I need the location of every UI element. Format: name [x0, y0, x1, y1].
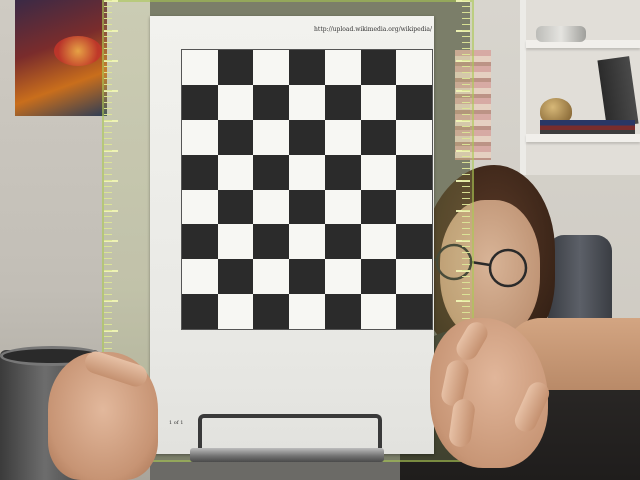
checker-square-dark [396, 84, 432, 120]
checker-square-light [253, 189, 290, 225]
checker-square-dark [360, 119, 397, 155]
clipboard-clip-bar [190, 448, 384, 462]
checkerboard [181, 49, 433, 330]
checker-square-light [289, 294, 325, 329]
clipboard-clip-wire [198, 414, 382, 448]
checker-square-dark [253, 154, 290, 190]
ruler-scale-right [456, 0, 470, 362]
checker-square-light [396, 259, 432, 295]
checker-square-light [360, 294, 397, 329]
checker-square-dark [182, 224, 218, 260]
checker-square-dark [253, 294, 290, 329]
checker-square-light [396, 189, 432, 225]
poster-logo [54, 36, 102, 66]
checker-square-dark [253, 84, 290, 120]
checker-square-dark [360, 259, 397, 295]
checker-square-light [396, 119, 432, 155]
ruler-scale-left [104, 0, 118, 362]
checker-square-dark [217, 259, 254, 295]
checker-square-light [217, 84, 254, 120]
checker-square-dark [360, 189, 397, 225]
checker-square-dark [396, 294, 432, 329]
checker-square-light [182, 50, 218, 85]
checker-square-light [324, 50, 361, 85]
checker-square-light [182, 119, 218, 155]
checker-square-dark [182, 154, 218, 190]
checker-square-light [182, 189, 218, 225]
checker-square-light [253, 119, 290, 155]
checker-square-dark [253, 224, 290, 260]
checker-square-dark [360, 50, 397, 85]
checker-square-dark [217, 50, 254, 85]
checker-square-dark [396, 154, 432, 190]
checker-square-dark [182, 84, 218, 120]
checker-square-light [289, 84, 325, 120]
checker-square-dark [289, 119, 325, 155]
checker-square-dark [182, 294, 218, 329]
checker-square-light [324, 189, 361, 225]
checker-square-dark [289, 189, 325, 225]
checker-square-dark [324, 224, 361, 260]
checker-square-light [253, 259, 290, 295]
shelf-object [536, 26, 586, 42]
checker-square-dark [324, 294, 361, 329]
page-number: 1 of 1 [169, 420, 184, 426]
checker-square-dark [217, 119, 254, 155]
checker-square-light [289, 154, 325, 190]
checker-square-light [253, 50, 290, 85]
photo-scene: http://upload.wikimedia.org/wikipedia/ 1… [0, 0, 640, 480]
checker-square-light [217, 294, 254, 329]
checker-square-light [396, 50, 432, 85]
checker-square-light [182, 259, 218, 295]
printed-page: http://upload.wikimedia.org/wikipedia/ 1… [150, 16, 434, 454]
checker-square-light [324, 119, 361, 155]
book-stack [540, 120, 635, 134]
checker-square-light [360, 84, 397, 120]
checker-square-dark [324, 84, 361, 120]
checker-square-dark [396, 224, 432, 260]
shelf-board [526, 134, 640, 142]
checker-square-dark [289, 259, 325, 295]
checker-square-light [217, 224, 254, 260]
checker-square-light [360, 154, 397, 190]
checker-square-light [289, 224, 325, 260]
checker-square-dark [217, 189, 254, 225]
checker-square-light [360, 224, 397, 260]
page-url-header: http://upload.wikimedia.org/wikipedia/ [314, 26, 432, 33]
checker-square-light [217, 154, 254, 190]
checker-square-light [324, 259, 361, 295]
checker-square-dark [324, 154, 361, 190]
checker-square-dark [289, 50, 325, 85]
